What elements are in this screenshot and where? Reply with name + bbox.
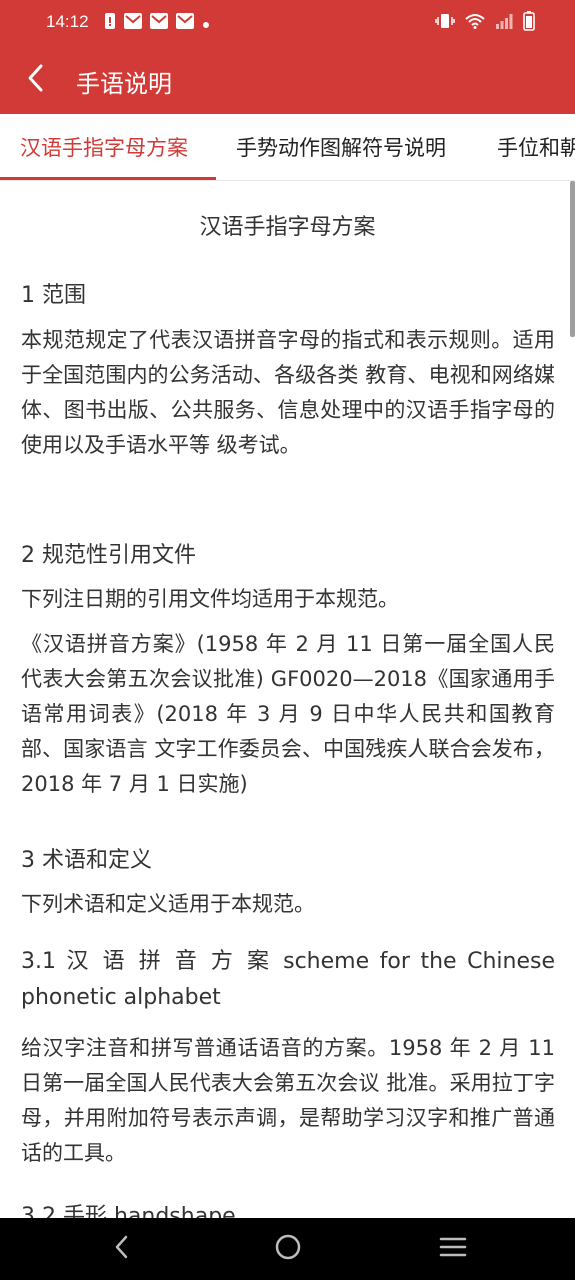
section-heading-scheme: 3.1 汉 语 拼 音 方 案 scheme for the Chinese p… xyxy=(21,949,555,1010)
status-time: 14:12 xyxy=(46,12,89,31)
section-heading-scope: 1 范围 xyxy=(21,283,86,308)
title-bar: 手语说明 xyxy=(0,46,575,114)
system-nav-bar xyxy=(0,1218,575,1280)
section-heading-terms: 3 术语和定义 xyxy=(21,848,152,873)
mail-icon xyxy=(150,13,168,33)
document-title: 汉语手指字母方案 xyxy=(199,215,376,240)
section-text-references-intro: 下列注日期的引用文件均适用于本规范。 xyxy=(21,587,399,611)
mail-icon xyxy=(176,13,194,33)
tab-bar: 汉语手指字母方案 手势动作图解符号说明 手位和朝 xyxy=(0,114,575,181)
back-nav-icon xyxy=(112,1234,132,1264)
mail-icon xyxy=(124,13,142,33)
app-bar: 14:12 手语说明 xyxy=(0,0,575,114)
section-text-scope: 本规范规定了代表汉语拼音字母的指式和表示规则。适用于全国范围内的公务活动、各级各… xyxy=(21,328,555,457)
section-heading-handshape: 3.2 手形 handshape xyxy=(21,1204,236,1218)
nav-home-button[interactable] xyxy=(262,1228,314,1270)
nav-back-button[interactable] xyxy=(96,1228,148,1270)
signal-icon xyxy=(495,13,513,33)
section-text-scheme: 给汉字注音和拼写普通话语音的方案。1958 年 2 月 11 日第一届全国人民代… xyxy=(21,1036,555,1165)
tab-finger-alphabet[interactable]: 汉语手指字母方案 xyxy=(20,114,188,180)
wifi-icon xyxy=(465,13,485,33)
notification-icons xyxy=(104,12,210,34)
home-nav-icon xyxy=(274,1233,302,1265)
sim-alert-icon xyxy=(104,12,116,34)
document-content[interactable]: 汉语手指字母方案 1 范围 本规范规定了代表汉语拼音字母的指式和表示规则。适用于… xyxy=(0,181,575,1218)
scrollbar[interactable] xyxy=(570,181,575,337)
section-text-terms: 下列术语和定义适用于本规范。 xyxy=(21,892,315,916)
nav-recents-button[interactable] xyxy=(427,1228,479,1270)
section-heading-references: 2 规范性引用文件 xyxy=(21,543,196,568)
system-icons xyxy=(435,11,535,35)
recents-nav-icon xyxy=(439,1235,467,1263)
battery-icon xyxy=(523,11,535,35)
vibrate-icon xyxy=(435,13,455,33)
page-title: 手语说明 xyxy=(76,70,172,98)
section-text-references-list: 《汉语拼音方案》(1958 年 2 月 11 日第一届全国人民代表大会第五次会议… xyxy=(21,632,555,796)
tab-gesture-symbols[interactable]: 手势动作图解符号说明 xyxy=(236,114,446,180)
dot-icon xyxy=(202,14,210,33)
tab-indicator xyxy=(0,177,216,180)
back-button[interactable] xyxy=(14,56,58,104)
chevron-left-icon xyxy=(26,63,46,97)
status-bar: 14:12 xyxy=(0,0,575,46)
tab-hand-position[interactable]: 手位和朝 xyxy=(497,114,575,180)
